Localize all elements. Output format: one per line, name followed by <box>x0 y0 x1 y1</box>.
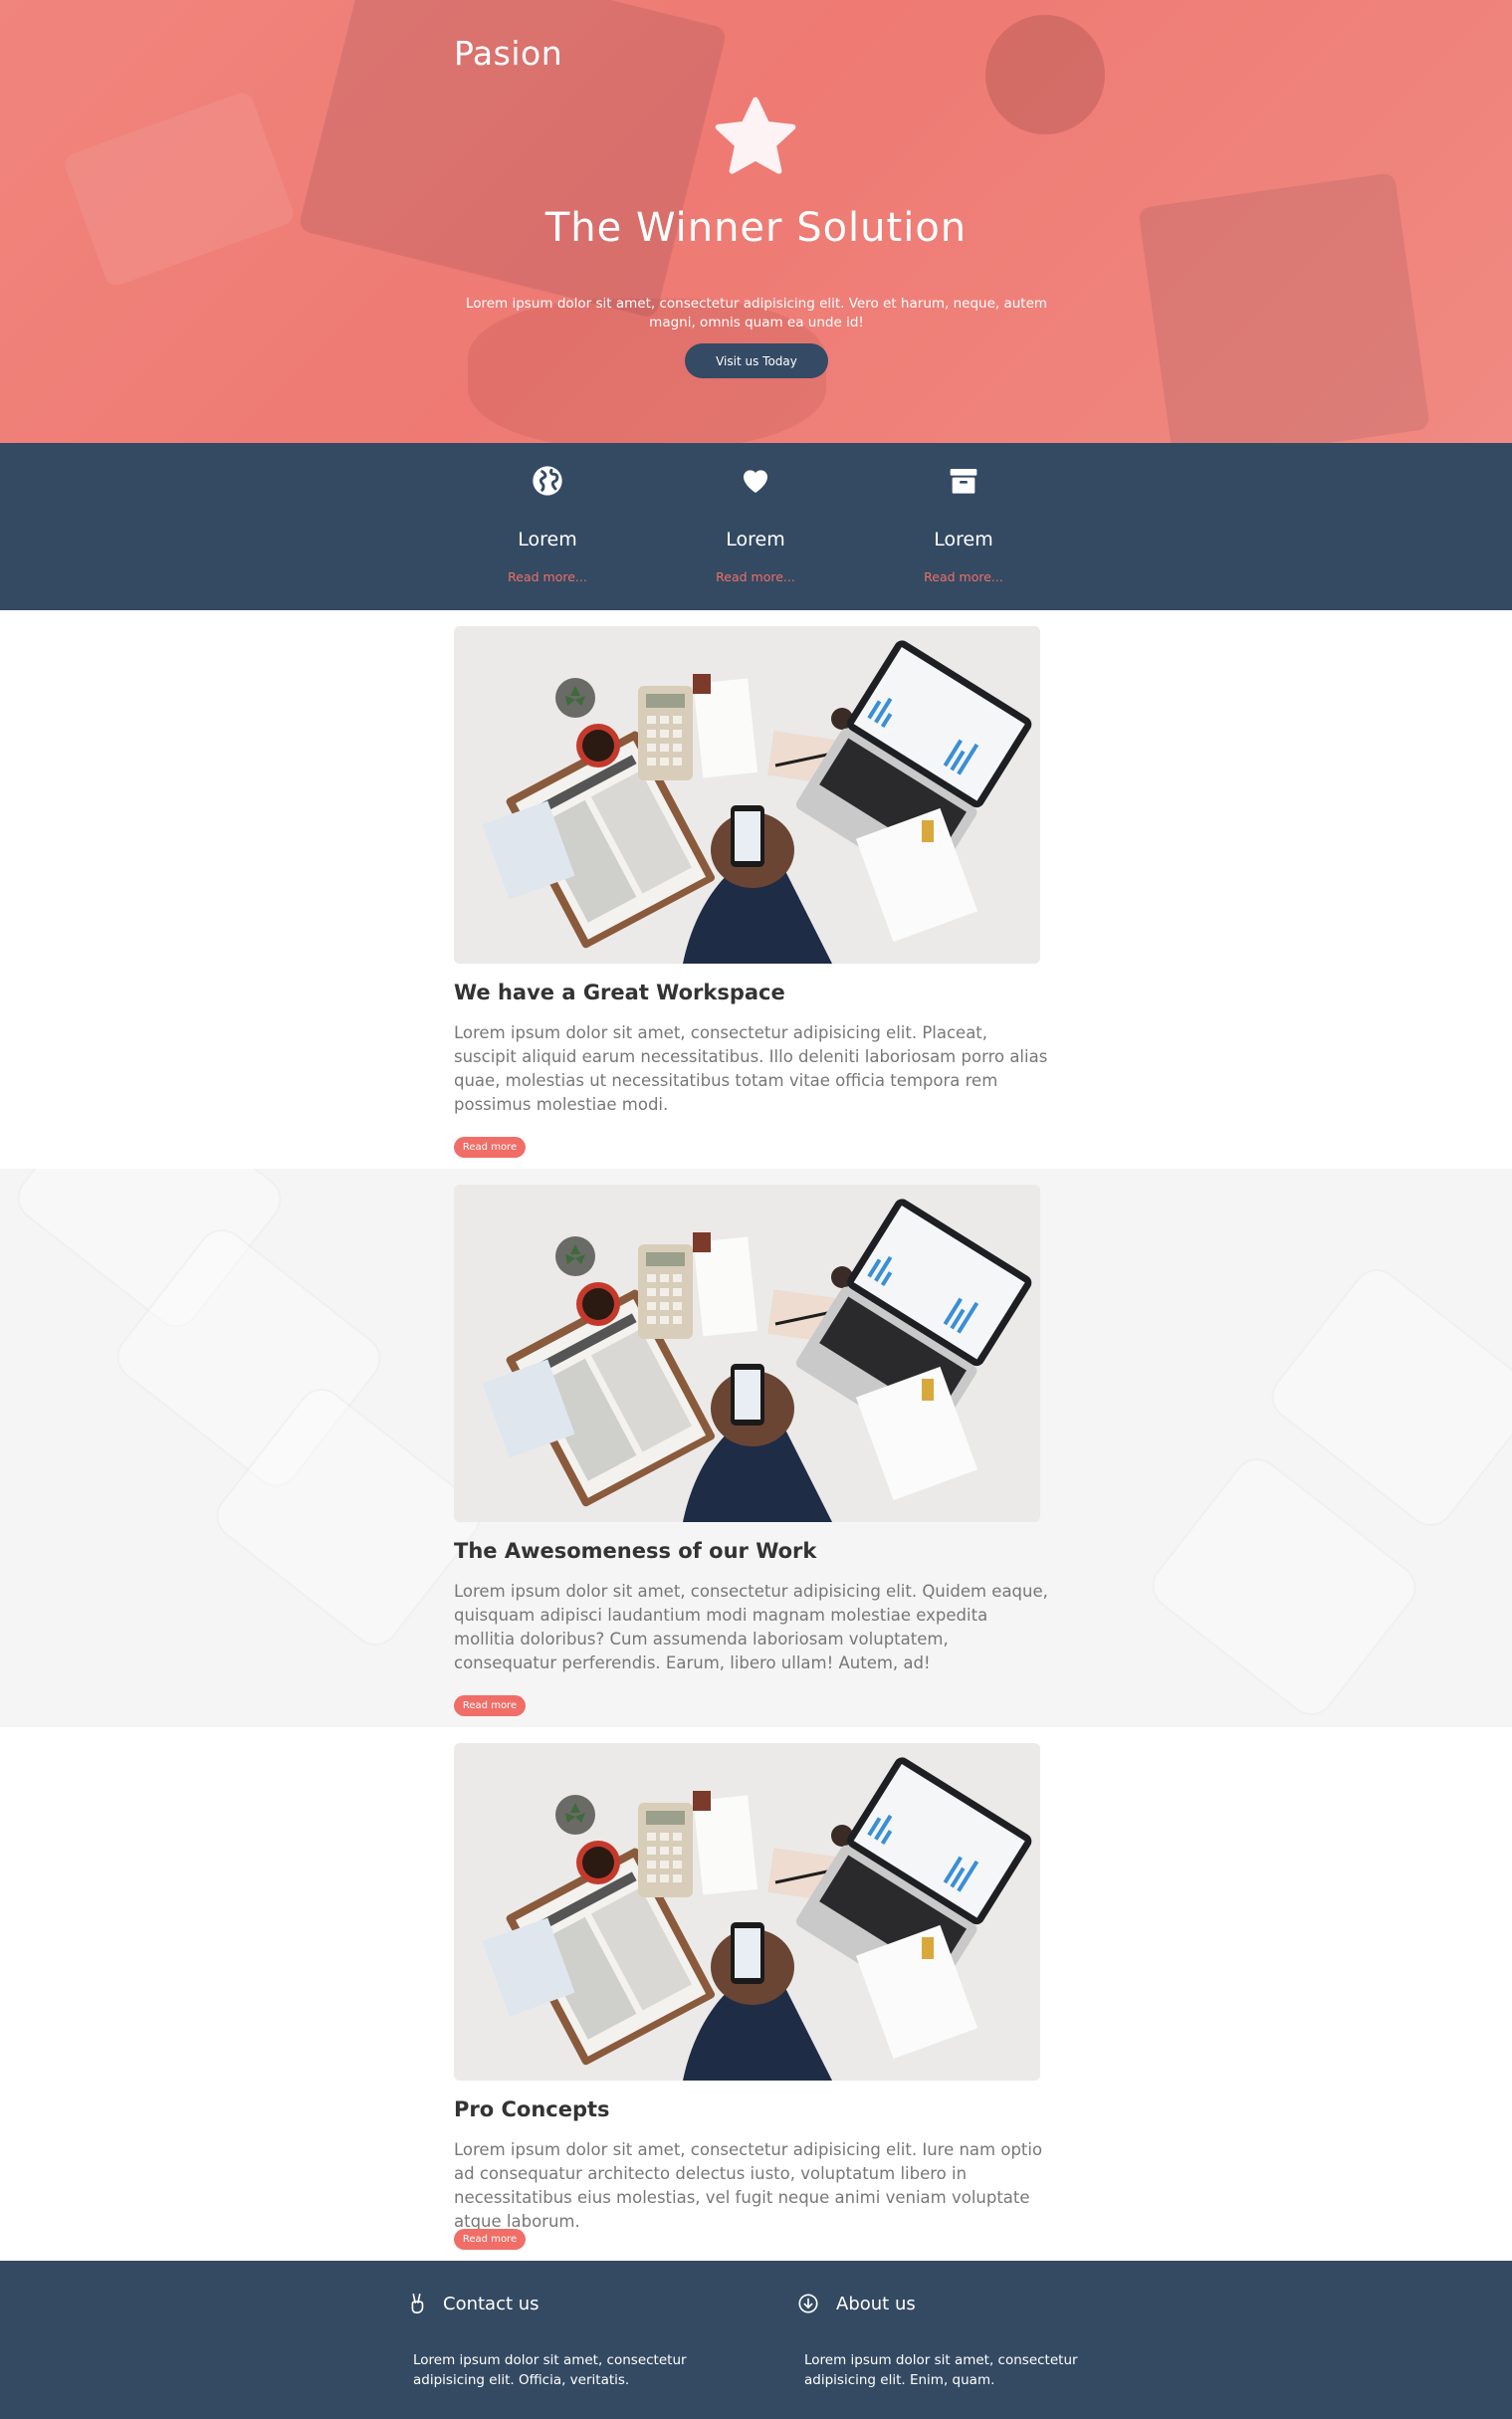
workspace-image <box>454 1185 1040 1522</box>
hero-bg-cup <box>985 15 1105 134</box>
post-title: The Awesomeness of our Work <box>454 1539 817 1563</box>
footer: Contact us Lorem ipsum dolor sit amet, c… <box>0 2261 1512 2419</box>
post-section: The Awesomeness of our Work Lorem ipsum … <box>0 1169 1512 1727</box>
feature-read-more-link[interactable]: Read more... <box>448 569 647 584</box>
workspace-image <box>454 1743 1040 2081</box>
read-more-button[interactable]: Read more <box>454 1695 526 1716</box>
brand-logo[interactable]: Pasion <box>454 34 562 73</box>
feature-title: Lorem <box>518 529 577 550</box>
post-body: Lorem ipsum dolor sit amet, consectetur … <box>454 1023 1048 1114</box>
post-section: We have a Great Workspace Lorem ipsum do… <box>0 610 1512 1169</box>
post-body: Lorem ipsum dolor sit amet, consectetur … <box>454 1582 1048 1672</box>
visit-us-button[interactable]: Visit us Today <box>685 343 828 378</box>
features-bar: Lorem Read more... Lorem Read more... Lo… <box>0 443 1512 610</box>
hero-section: Pasion The Winner Solution Lorem ipsum d… <box>0 0 1512 443</box>
feature-read-more-link[interactable]: Read more... <box>656 569 855 584</box>
workspace-image <box>454 626 1040 964</box>
star-icon <box>715 97 796 174</box>
footer-about-text: Lorem ipsum dolor sit amet, consectetur … <box>804 2352 1078 2388</box>
post-body: Lorem ipsum dolor sit amet, consectetur … <box>454 2140 1043 2231</box>
read-more-button[interactable]: Read more <box>454 1137 526 1158</box>
globe-icon <box>533 466 562 496</box>
arrow-circle-down-icon <box>798 2294 818 2313</box>
hero-bg-paper <box>62 90 297 289</box>
footer-contact-text: Lorem ipsum dolor sit amet, consectetur … <box>413 2352 687 2388</box>
post-title: Pro Concepts <box>454 2097 610 2121</box>
feature-read-more-link[interactable]: Read more... <box>864 569 1063 584</box>
victory-hand-icon <box>411 2294 424 2313</box>
post-section: Pro Concepts Lorem ipsum dolor sit amet,… <box>0 1727 1512 2263</box>
hero-title: The Winner Solution <box>544 205 968 251</box>
archive-box-icon <box>950 469 977 494</box>
post-title: We have a Great Workspace <box>454 981 785 1004</box>
heart-icon <box>744 470 767 493</box>
feature-title: Lorem <box>934 529 993 550</box>
hero-lead: Lorem ipsum dolor sit amet, consectetur … <box>465 296 1048 330</box>
read-more-button[interactable]: Read more <box>454 2229 526 2250</box>
footer-about-title[interactable]: About us <box>836 2294 916 2314</box>
footer-contact-title[interactable]: Contact us <box>443 2294 540 2314</box>
feature-title: Lorem <box>726 529 785 550</box>
